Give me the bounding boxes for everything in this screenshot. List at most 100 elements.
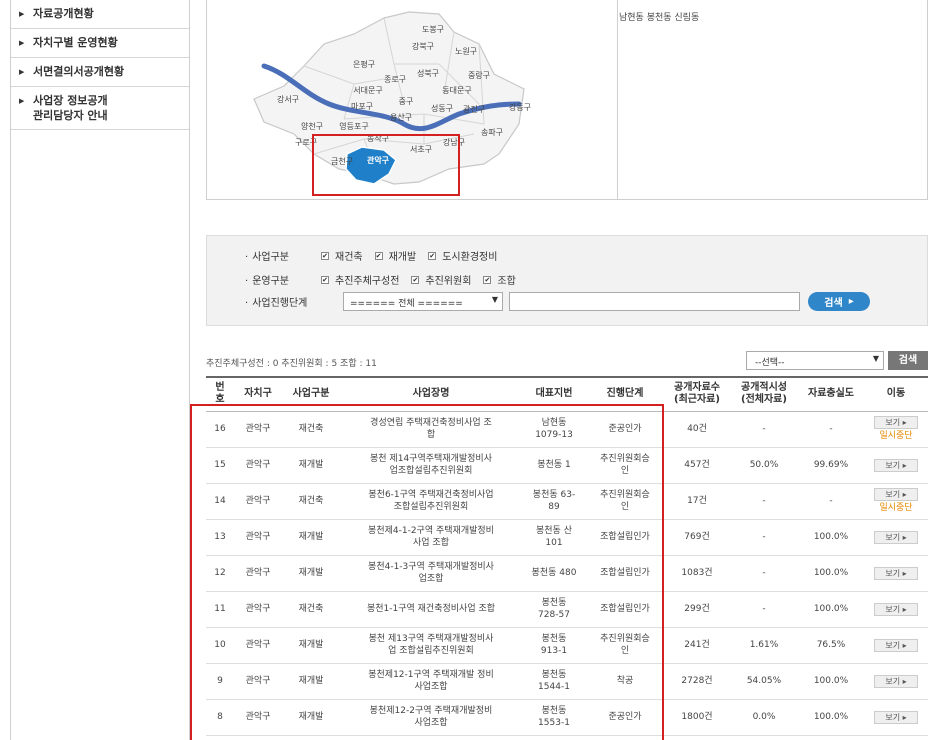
check-icon: ✔ bbox=[483, 275, 492, 284]
filter-select[interactable]: --선택-- ▼ bbox=[746, 351, 884, 370]
checkbox-pre-formation[interactable]: ✔ 추진주체구성전 bbox=[321, 272, 399, 287]
district-label[interactable]: 광진구 bbox=[463, 104, 485, 114]
district-label[interactable]: 송파구 bbox=[481, 128, 503, 137]
district-label[interactable]: 용산구 bbox=[390, 112, 412, 122]
checkbox-reconstruction[interactable]: ✔ 재건축 bbox=[321, 248, 363, 263]
district-label[interactable]: 서대문구 bbox=[353, 86, 382, 95]
view-button[interactable]: 보기 ▸ bbox=[874, 710, 918, 724]
search-button-label: 검색 bbox=[824, 298, 843, 309]
district-label[interactable]: 강북구 bbox=[412, 41, 434, 51]
arrow-right-icon: ▸ bbox=[848, 296, 854, 307]
view-button[interactable]: 보기 ▸ bbox=[874, 458, 918, 472]
filter-search-button[interactable]: 검색 bbox=[888, 351, 928, 370]
row-actions: 보기 ▸ bbox=[864, 555, 928, 592]
check-icon: ✔ bbox=[321, 251, 329, 260]
chevron-right-icon: ▶ bbox=[19, 10, 25, 18]
sidebar-item-written-resolution[interactable]: ▶ 서면결의서공개현황 bbox=[11, 58, 189, 87]
district-label[interactable]: 종로구 bbox=[384, 75, 406, 84]
sidebar-item-manager-guide[interactable]: ▶ 사업장 정보공개 관리담당자 안내 bbox=[11, 87, 189, 130]
row-count: 1083건 bbox=[664, 555, 730, 592]
count-summary: 추진주체구성전 : 0 추진위원회 : 5 조합 : 11 bbox=[206, 359, 377, 369]
district-label[interactable]: 강동구 bbox=[509, 102, 531, 112]
column-header-move: 이동 bbox=[864, 376, 928, 412]
progress-stage-row: 사업진행단계 ====== 전체 ====== ▼ 검색 ▸ bbox=[245, 292, 870, 311]
table-highlight-box bbox=[190, 404, 664, 740]
sidebar-item-disclosure-status[interactable]: ▶ 자료공개현황 bbox=[11, 0, 189, 29]
district-label[interactable]: 성북구 bbox=[417, 69, 439, 78]
row-fidelity: 100.0% bbox=[798, 555, 864, 592]
row-actions: 보기 ▸ bbox=[864, 519, 928, 556]
row-actions: 보기 ▸ bbox=[864, 627, 928, 664]
row-fidelity: 100.0% bbox=[798, 519, 864, 556]
chevron-right-icon: ▶ bbox=[19, 97, 25, 105]
row-actions: 보기 ▸ bbox=[864, 699, 928, 736]
checkbox-label: 조합 bbox=[497, 276, 516, 287]
map-divider bbox=[617, 0, 618, 199]
progress-stage-select[interactable]: ====== 전체 ====== ▼ bbox=[343, 292, 503, 311]
select-value: ====== 전체 ====== bbox=[350, 299, 463, 309]
district-label[interactable]: 성동구 bbox=[431, 104, 453, 113]
row-count: 2728건 bbox=[664, 663, 730, 700]
district-label[interactable]: 동대문구 bbox=[442, 86, 471, 95]
sidebar-item-label: 자치구별 운영현황 bbox=[33, 36, 118, 49]
sidebar-item-label: 서면결의서공개현황 bbox=[33, 65, 125, 78]
row-timeliness: 1.61% bbox=[730, 627, 798, 664]
search-panel: 사업구분 ✔ 재건축 ✔ 재개발 ✔ 도시환경정비 운영구분 ✔ 추진주체구성전 ✔ 추진… bbox=[206, 235, 928, 326]
row-timeliness: 50.0% bbox=[730, 447, 798, 484]
district-label[interactable]: 중구 bbox=[399, 97, 414, 106]
district-label[interactable]: 도봉구 bbox=[422, 25, 444, 34]
search-input[interactable] bbox=[509, 292, 800, 311]
checkbox-label: 재개발 bbox=[388, 252, 417, 263]
view-button[interactable]: 보기 ▸ bbox=[874, 638, 918, 652]
view-button[interactable]: 보기 ▸ bbox=[874, 602, 918, 616]
chevron-right-icon: ▶ bbox=[19, 39, 25, 47]
checkbox-promotion-committee[interactable]: ✔ 추진위원회 bbox=[411, 272, 471, 287]
row-fidelity: - bbox=[798, 411, 864, 448]
district-label[interactable]: 중랑구 bbox=[468, 70, 490, 80]
district-label[interactable]: 영등포구 bbox=[339, 121, 368, 131]
view-button[interactable]: 보기 ▸ bbox=[874, 530, 918, 544]
row-timeliness: - bbox=[730, 555, 798, 592]
row-count: 769건 bbox=[664, 519, 730, 556]
row-actions: 보기 ▸ bbox=[864, 447, 928, 484]
row-fidelity: 100.0% bbox=[798, 663, 864, 700]
check-icon: ✔ bbox=[411, 275, 420, 284]
row-timeliness: - bbox=[730, 483, 798, 520]
select-value: --선택-- bbox=[755, 358, 785, 368]
district-label[interactable]: 노원구 bbox=[455, 47, 477, 56]
view-button[interactable]: 보기 ▸ bbox=[874, 566, 918, 580]
suspended-label: 일시중단 bbox=[879, 431, 913, 441]
view-button[interactable]: 보기 ▸ bbox=[874, 674, 918, 688]
view-button[interactable]: 보기 ▸ bbox=[874, 488, 918, 501]
sidebar-item-label: 자료공개현황 bbox=[33, 7, 94, 20]
checkbox-urban-environment[interactable]: ✔ 도시환경정비 bbox=[428, 248, 497, 263]
business-type-label: 사업구분 bbox=[245, 248, 321, 263]
sidebar-item-label: 사업장 정보공개 관리담당자 안내 bbox=[33, 94, 108, 122]
progress-stage-label: 사업진행단계 bbox=[245, 294, 343, 309]
row-fidelity: - bbox=[798, 483, 864, 520]
suspended-label: 일시중단 bbox=[879, 503, 913, 513]
row-count: 40건 bbox=[664, 411, 730, 448]
district-label[interactable]: 은평구 bbox=[353, 59, 375, 69]
left-sidebar: ▶ 자료공개현황 ▶ 자치구별 운영현황 ▶ 서면결의서공개현황 ▶ 사업장 정… bbox=[10, 0, 190, 740]
sidebar-item-district-operation[interactable]: ▶ 자치구별 운영현황 bbox=[11, 29, 189, 58]
checkbox-union[interactable]: ✔ 조합 bbox=[483, 272, 516, 287]
district-label[interactable]: 마포구 bbox=[351, 102, 373, 111]
row-timeliness: 54.05% bbox=[730, 663, 798, 700]
district-label[interactable]: 강서구 bbox=[277, 94, 299, 104]
column-header-fidelity: 자료충실도 bbox=[798, 376, 864, 412]
row-count: 299건 bbox=[664, 591, 730, 628]
business-type-row: 사업구분 ✔ 재건축 ✔ 재개발 ✔ 도시환경정비 bbox=[245, 248, 509, 263]
row-actions: 보기 ▸ bbox=[864, 591, 928, 628]
row-count: 1800건 bbox=[664, 699, 730, 736]
view-button[interactable]: 보기 ▸ bbox=[874, 416, 918, 429]
search-button[interactable]: 검색 ▸ bbox=[808, 292, 870, 311]
district-label[interactable]: 양천구 bbox=[301, 121, 323, 131]
row-timeliness: - bbox=[730, 519, 798, 556]
column-header-timeliness: 공개적시성 (전체자료) bbox=[730, 376, 798, 412]
checkbox-label: 추진주체구성전 bbox=[335, 276, 400, 287]
checkbox-label: 추진위원회 bbox=[425, 276, 472, 287]
row-fidelity: 76.5% bbox=[798, 627, 864, 664]
checkbox-redevelopment[interactable]: ✔ 재개발 bbox=[374, 248, 417, 263]
row-fidelity: 100.0% bbox=[798, 591, 864, 628]
